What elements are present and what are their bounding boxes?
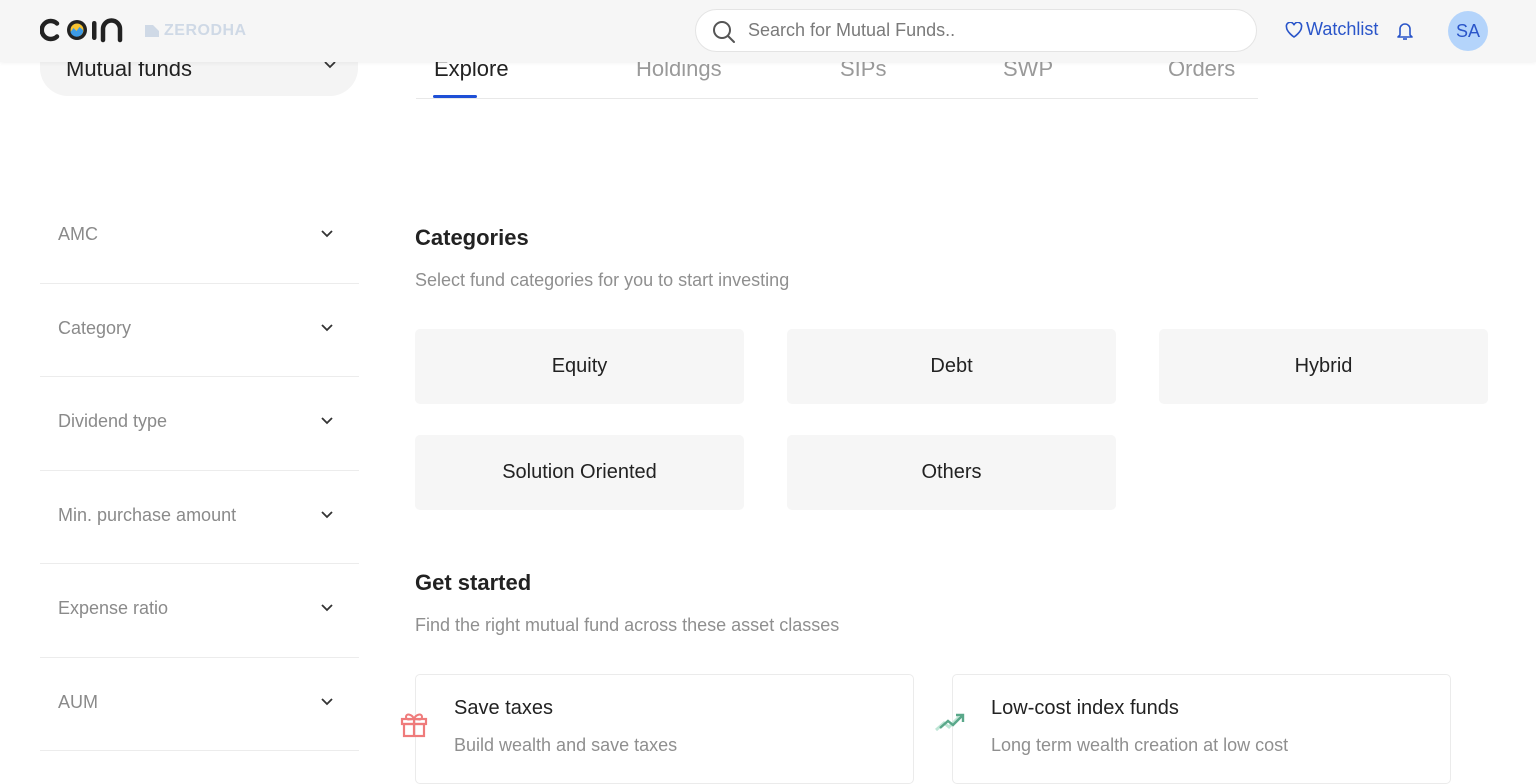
filter-dividend-type[interactable]: Dividend type [40,377,359,471]
search-bar[interactable] [695,9,1257,52]
filter-label: Category [58,317,132,338]
filter-aum[interactable]: AUM [40,658,359,751]
chevron-down-icon [321,323,333,331]
filter-category[interactable]: Category [40,284,359,377]
chevron-down-icon [324,61,336,69]
coin-logo[interactable] [40,16,128,44]
category-debt[interactable]: Debt [787,329,1116,404]
zerodha-brand: ZERODHA [145,22,247,40]
get-started-title: Get started [415,570,532,595]
card-subtitle: Long term wealth creation at low cost [991,735,1289,755]
bell-icon[interactable] [1396,21,1414,41]
card-title: Save taxes [454,697,553,719]
chevron-down-icon [321,230,333,238]
search-icon [713,21,735,43]
chevron-down-icon [321,417,333,425]
categories-subtitle: Select fund categories for you to start … [415,270,790,290]
filter-panel: AMC Category Dividend type Min. purchase… [40,190,359,751]
card-subtitle: Build wealth and save taxes [454,735,678,755]
zerodha-brand-text: ZERODHA [164,22,247,39]
chevron-down-icon [321,510,333,518]
chevron-down-icon [321,604,333,612]
filter-label: Min. purchase amount [58,504,237,525]
card-low-cost-index-funds[interactable]: Low-cost index funds Long term wealth cr… [952,674,1451,784]
card-save-taxes[interactable]: Save taxes Build wealth and save taxes [415,674,914,784]
top-header: ZERODHA Watchlist SA [0,0,1536,62]
filter-min-purchase-amount[interactable]: Min. purchase amount [40,471,359,564]
watchlist-label: Watchlist [1306,19,1379,39]
heart-icon [1285,21,1303,38]
active-tab-indicator [433,95,477,98]
page-content: Mutual funds Explore Holdings SIPs SWP O… [0,0,1536,784]
filter-label: Dividend type [58,411,168,431]
gift-icon [400,713,428,738]
search-input[interactable] [748,10,1238,51]
filter-expense-ratio[interactable]: Expense ratio [40,564,359,658]
category-equity[interactable]: Equity [415,329,744,404]
categories-title: Categories [415,225,529,250]
category-others[interactable]: Others [787,435,1116,510]
get-started-subtitle: Find the right mutual fund across these … [415,615,840,635]
filter-label: AUM [58,691,98,712]
category-hybrid[interactable]: Hybrid [1159,329,1488,404]
user-avatar[interactable]: SA [1448,11,1488,51]
chevron-down-icon [321,697,333,705]
zerodha-logo-icon [145,25,159,37]
filter-label: Expense ratio [58,598,169,618]
filter-amc[interactable]: AMC [40,190,359,284]
watchlist-link[interactable]: Watchlist [1285,19,1378,40]
card-title: Low-cost index funds [991,697,1179,719]
filter-label: AMC [58,224,98,244]
category-solution-oriented[interactable]: Solution Oriented [415,435,744,510]
trending-up-icon [935,713,965,732]
